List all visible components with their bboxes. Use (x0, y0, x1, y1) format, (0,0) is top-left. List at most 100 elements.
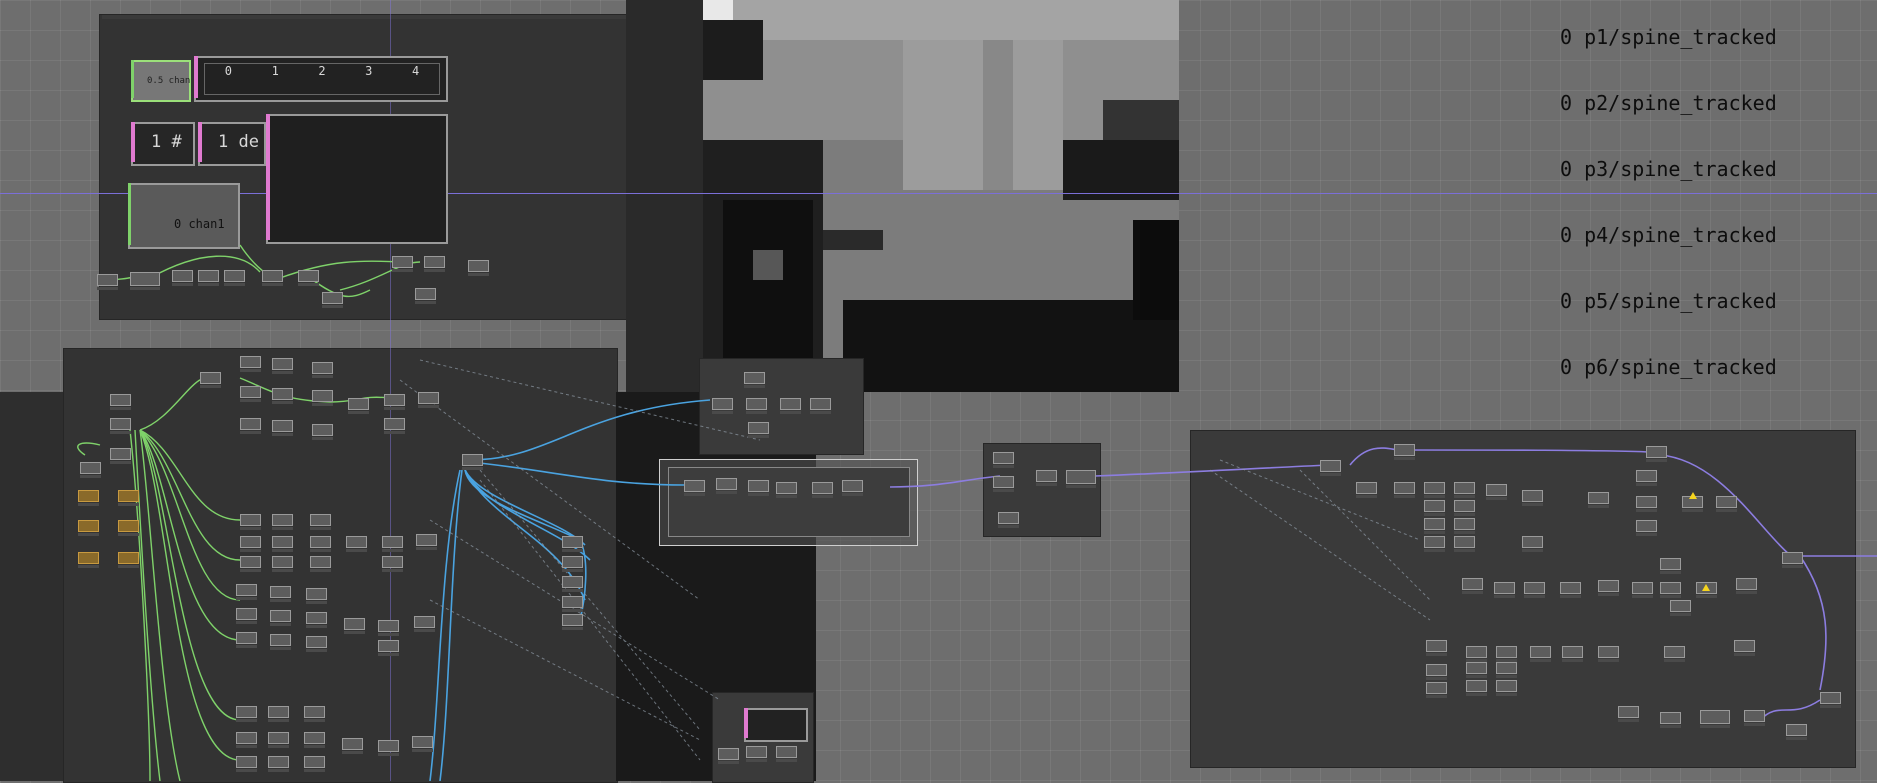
node-left-1[interactable] (110, 394, 131, 410)
node-sphere-5[interactable] (562, 614, 583, 630)
node-orange-6[interactable] (118, 552, 139, 568)
node-left-2[interactable] (110, 418, 131, 434)
node-o-26[interactable] (1560, 582, 1581, 598)
node-g2-d[interactable] (240, 536, 261, 552)
node-g3-merge[interactable] (344, 618, 365, 634)
node-o-4[interactable] (1394, 482, 1415, 498)
node-o-52[interactable] (1786, 724, 1807, 740)
node-o-29[interactable] (1660, 582, 1681, 598)
node-pipe-4[interactable] (776, 482, 797, 498)
node-o-13[interactable] (1454, 536, 1475, 552)
node-g4-g[interactable] (236, 756, 257, 772)
node-g3-transform[interactable] (414, 616, 435, 632)
node-g3-sphere[interactable] (378, 640, 399, 656)
node-r3b[interactable] (272, 420, 293, 436)
node-g2-transform[interactable] (416, 534, 437, 550)
node-g2-x[interactable] (382, 536, 403, 552)
node-o-19[interactable] (1636, 520, 1657, 536)
node-mini-3[interactable] (776, 746, 797, 762)
node-left-3[interactable] (110, 448, 131, 464)
node-orange-5[interactable] (78, 552, 99, 568)
node-r2b[interactable] (272, 388, 293, 404)
node-o-43[interactable] (1466, 662, 1487, 678)
node-o-3[interactable] (1394, 444, 1415, 460)
node-g2-merge[interactable] (346, 536, 367, 552)
node-a[interactable] (172, 270, 193, 286)
node-sn-5[interactable] (998, 512, 1019, 528)
node-o-8[interactable] (1424, 500, 1445, 516)
node-o-37[interactable] (1530, 646, 1551, 662)
node-o-27[interactable] (1598, 580, 1619, 596)
node-o-23[interactable] (1462, 578, 1483, 594)
node-o-15[interactable] (1522, 536, 1543, 552)
node-add-average[interactable] (130, 272, 160, 290)
node-d[interactable] (262, 270, 283, 286)
node-g3-g[interactable] (236, 632, 257, 648)
node-mid-d[interactable] (780, 398, 801, 414)
node-constant1[interactable] (468, 260, 489, 276)
node-closeness-to-osc[interactable] (322, 292, 343, 308)
node-o-36[interactable] (1496, 646, 1517, 662)
node-g2-c[interactable] (310, 514, 331, 530)
node-sphere-1[interactable] (562, 536, 583, 552)
node-o-51[interactable] (1744, 710, 1765, 726)
node-g2-h[interactable] (272, 556, 293, 572)
node-sphere-2[interactable] (562, 556, 583, 572)
node-o-21[interactable] (1716, 496, 1737, 512)
node-o-16[interactable] (1588, 492, 1609, 508)
node-r3a[interactable] (240, 418, 261, 434)
node-g2-i[interactable] (310, 556, 331, 572)
node-o-5[interactable] (1424, 482, 1445, 498)
node-g3-i[interactable] (306, 636, 327, 652)
node-pipe-2[interactable] (716, 478, 737, 494)
node-sphere-4[interactable] (562, 596, 583, 612)
node-o-9[interactable] (1454, 500, 1475, 516)
node-o-34[interactable] (1426, 640, 1447, 656)
node-o-7[interactable] (1486, 484, 1507, 500)
node-r2a[interactable] (240, 386, 261, 402)
node-g4-x[interactable] (378, 740, 399, 756)
mini-viewer[interactable] (744, 708, 808, 742)
node-mini-2[interactable] (746, 746, 767, 762)
node-orange-3[interactable] (78, 520, 99, 536)
node-mini-1[interactable] (718, 748, 739, 764)
node-o-out[interactable] (1782, 552, 1803, 568)
node-sn-4[interactable] (1066, 470, 1096, 488)
node-pipe-6[interactable] (842, 480, 863, 496)
node-o-42[interactable] (1426, 664, 1447, 680)
node-g2-e[interactable] (272, 536, 293, 552)
node-cardin[interactable] (97, 274, 118, 290)
node-o-33[interactable] (1670, 600, 1691, 616)
node-g3-f[interactable] (306, 612, 327, 628)
node-merge1[interactable] (348, 398, 369, 414)
node-g4-transform[interactable] (412, 736, 433, 752)
node-sphere1[interactable] (384, 418, 405, 434)
node-o-46[interactable] (1466, 680, 1487, 696)
node-g4-d[interactable] (236, 732, 257, 748)
node-g4-merge[interactable] (342, 738, 363, 754)
node-o-41[interactable] (1734, 640, 1755, 656)
node-g4-f[interactable] (304, 732, 325, 748)
node-o-22[interactable] (1646, 446, 1667, 462)
node-r1a[interactable] (240, 356, 261, 372)
node-o-45[interactable] (1426, 682, 1447, 698)
node-merge1b[interactable] (384, 394, 405, 410)
node-o-10[interactable] (1424, 518, 1445, 534)
node-o-24[interactable] (1494, 582, 1515, 598)
node-sn-1[interactable] (993, 452, 1014, 468)
node-select[interactable] (200, 372, 221, 388)
node-o-11[interactable] (1454, 518, 1475, 534)
node-transform[interactable] (418, 392, 439, 408)
node-o-17[interactable] (1636, 470, 1657, 486)
node-mid-c[interactable] (746, 398, 767, 414)
node-mid-a[interactable] (744, 372, 765, 388)
node-o-47[interactable] (1496, 680, 1517, 696)
node-g3-a[interactable] (236, 584, 257, 600)
node-closeness-e[interactable] (392, 256, 413, 272)
node-o-49[interactable] (1660, 712, 1681, 728)
node-g3-e[interactable] (270, 610, 291, 626)
node-g2-b[interactable] (272, 514, 293, 530)
node-pipe-1[interactable] (684, 480, 705, 496)
node-o-35[interactable] (1466, 646, 1487, 662)
node-mid-f[interactable] (748, 422, 769, 438)
